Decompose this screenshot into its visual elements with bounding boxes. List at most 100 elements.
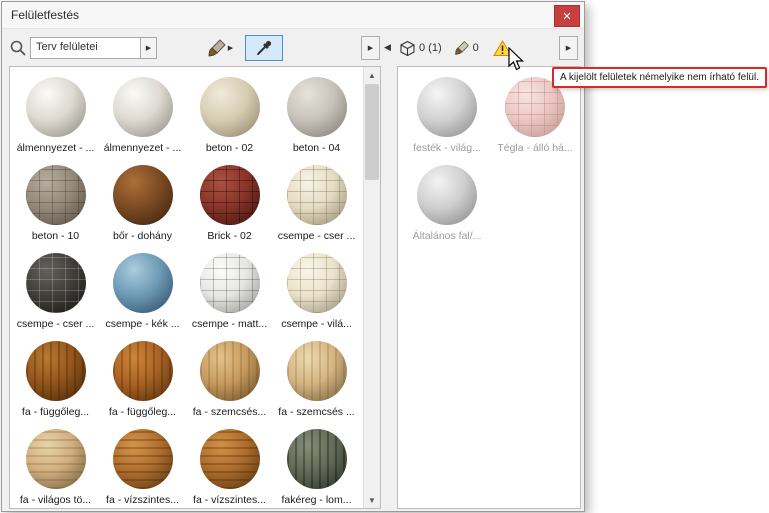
material-tile[interactable]: fa - vízszintes... bbox=[186, 421, 273, 509]
material-label: Általános fal/... bbox=[413, 230, 482, 242]
screen: Felületfestés ✕ Terv felületei ▶ ▶ bbox=[0, 0, 769, 513]
material-label: beton - 02 bbox=[206, 142, 253, 154]
paint-brush-button[interactable]: ▶ bbox=[205, 36, 235, 60]
material-label: fa - világos tö... bbox=[20, 494, 91, 506]
material-sphere bbox=[200, 341, 260, 401]
materials-scrollbar[interactable]: ▲ ▼ bbox=[363, 67, 380, 508]
material-tile[interactable]: csempe - vilá... bbox=[273, 245, 360, 333]
surface-filter-value[interactable]: Terv felületei bbox=[30, 37, 141, 59]
material-sphere bbox=[113, 165, 173, 225]
material-tile[interactable]: csempe - cser ... bbox=[12, 245, 99, 333]
close-button[interactable]: ✕ bbox=[554, 5, 580, 27]
material-tile[interactable]: Általános fal/... bbox=[403, 157, 491, 245]
material-label: fa - szemcsés... bbox=[193, 406, 267, 418]
material-tile[interactable]: csempe - matt... bbox=[186, 245, 273, 333]
cube-icon bbox=[399, 40, 416, 57]
material-label: Tégla - álló há... bbox=[497, 142, 572, 154]
material-label: csempe - matt... bbox=[192, 318, 267, 330]
mouse-cursor bbox=[508, 47, 526, 73]
material-tile[interactable]: fa - szemcsés... bbox=[186, 333, 273, 421]
toolbar: Terv felületei ▶ ▶ bbox=[9, 35, 380, 61]
material-sphere bbox=[26, 77, 86, 137]
material-sphere bbox=[200, 165, 260, 225]
selected-surfaces-grid: festék - világ... Tégla - álló há... Által… bbox=[403, 69, 579, 245]
material-sphere bbox=[113, 253, 173, 313]
material-tile[interactable]: fa - világos tö... bbox=[12, 421, 99, 509]
material-tile[interactable]: fa - vízszintes... bbox=[99, 421, 186, 509]
collapse-panel-arrow-icon[interactable]: ◀ bbox=[384, 42, 391, 53]
material-label: Brick - 02 bbox=[207, 230, 251, 242]
material-label: beton - 04 bbox=[293, 142, 340, 154]
material-sphere bbox=[113, 77, 173, 137]
material-tile[interactable]: Brick - 02 bbox=[186, 157, 273, 245]
material-label: fa - vízszintes... bbox=[106, 494, 179, 506]
selection-header: 0 (1) 0 ▶ bbox=[399, 35, 578, 61]
materials-grid: álmennyezet - ... álmennyezet - ... beton … bbox=[12, 69, 360, 509]
surface-count: 0 (1) bbox=[419, 42, 442, 54]
material-label: fa - függőleg... bbox=[22, 406, 89, 418]
material-sphere bbox=[200, 253, 260, 313]
paint-brush-icon bbox=[207, 38, 227, 58]
material-sphere bbox=[113, 341, 173, 401]
material-label: festék - világ... bbox=[413, 142, 481, 154]
material-sphere bbox=[287, 429, 347, 489]
material-sphere bbox=[200, 77, 260, 137]
material-tile[interactable]: beton - 02 bbox=[186, 69, 273, 157]
material-label: fa - vízszintes... bbox=[193, 494, 266, 506]
material-tile[interactable]: csempe - kék ... bbox=[99, 245, 186, 333]
material-sphere bbox=[417, 165, 477, 225]
material-tile[interactable]: fa - függőleg... bbox=[99, 333, 186, 421]
right-panel-flyout-button[interactable]: ▶ bbox=[559, 36, 578, 60]
material-sphere bbox=[26, 253, 86, 313]
selected-surfaces-list: festék - világ... Tégla - álló há... Által… bbox=[397, 66, 581, 509]
material-label: fa - függőleg... bbox=[109, 406, 176, 418]
right-arrow-icon: ▶ bbox=[566, 44, 571, 52]
material-tile[interactable]: álmennyezet - ... bbox=[99, 69, 186, 157]
right-arrow-icon: ▶ bbox=[368, 44, 373, 52]
material-tile[interactable]: álmennyezet - ... bbox=[12, 69, 99, 157]
eyedropper-button[interactable] bbox=[245, 35, 283, 61]
surface-filter-combo[interactable]: Terv felületei ▶ bbox=[30, 37, 157, 59]
brush-count-icon bbox=[454, 40, 470, 56]
title-bar[interactable]: Felületfestés bbox=[2, 2, 584, 29]
material-sphere bbox=[200, 429, 260, 489]
search-icon bbox=[9, 39, 27, 57]
material-sphere bbox=[287, 77, 347, 137]
window-title: Felületfestés bbox=[11, 8, 79, 22]
brush-dropdown-arrow-icon[interactable]: ▶ bbox=[228, 44, 233, 52]
materials-list: álmennyezet - ... álmennyezet - ... beton … bbox=[9, 66, 381, 509]
close-icon: ✕ bbox=[562, 10, 571, 23]
warning-tooltip: A kijelölt felületek némelyike nem írhat… bbox=[552, 67, 767, 88]
material-sphere bbox=[287, 341, 347, 401]
material-tile[interactable]: beton - 10 bbox=[12, 157, 99, 245]
material-tile[interactable]: fa - függőleg... bbox=[12, 333, 99, 421]
material-label: álmennyezet - ... bbox=[17, 142, 95, 154]
material-sphere bbox=[287, 253, 347, 313]
material-tile[interactable]: fa - szemcsés ... bbox=[273, 333, 360, 421]
material-sphere bbox=[287, 165, 347, 225]
material-sphere bbox=[113, 429, 173, 489]
material-label: bőr - dohány bbox=[113, 230, 172, 242]
scroll-down-button[interactable]: ▼ bbox=[364, 492, 380, 508]
surface-paint-dialog: Felületfestés ✕ Terv felületei ▶ ▶ bbox=[1, 1, 585, 512]
material-tile[interactable]: beton - 04 bbox=[273, 69, 360, 157]
material-sphere bbox=[26, 341, 86, 401]
material-sphere bbox=[26, 165, 86, 225]
left-panel-flyout-button[interactable]: ▶ bbox=[361, 36, 380, 60]
right-arrow-icon: ▶ bbox=[146, 44, 151, 52]
material-label: csempe - cser ... bbox=[278, 230, 356, 242]
scroll-up-button[interactable]: ▲ bbox=[364, 67, 380, 83]
eyedropper-icon bbox=[254, 38, 274, 58]
material-tile[interactable]: festék - világ... bbox=[403, 69, 491, 157]
material-tile[interactable]: bőr - dohány bbox=[99, 157, 186, 245]
combo-flyout-button[interactable]: ▶ bbox=[141, 37, 157, 59]
material-label: álmennyezet - ... bbox=[104, 142, 182, 154]
material-label: fa - szemcsés ... bbox=[278, 406, 354, 418]
material-label: fakéreg - lom... bbox=[281, 494, 351, 506]
material-label: csempe - cser ... bbox=[17, 318, 95, 330]
material-tile[interactable]: csempe - cser ... bbox=[273, 157, 360, 245]
material-tile[interactable]: fakéreg - lom... bbox=[273, 421, 360, 509]
material-sphere bbox=[417, 77, 477, 137]
scrollbar-thumb[interactable] bbox=[365, 84, 379, 180]
material-label: beton - 10 bbox=[32, 230, 79, 242]
